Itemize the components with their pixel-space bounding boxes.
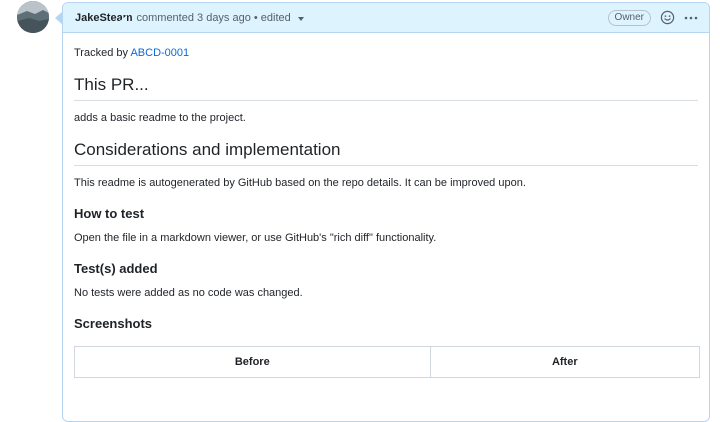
heading-tests-added: Test(s) added [74, 261, 158, 276]
paragraph-tests-added: No tests were added as no code was chang… [74, 287, 303, 299]
triangle-down-icon [297, 16, 304, 21]
table-header-row: Before After [74, 346, 701, 378]
kebab-horizontal-icon[interactable] [683, 10, 699, 26]
heading-considerations: Considerations and implementation [74, 140, 698, 166]
owner-badge: Owner [607, 9, 651, 26]
heading-this-pr: This PR... [74, 75, 698, 101]
comment-meta[interactable]: commented 3 days ago • edited [137, 12, 304, 24]
screenshots-table: Before After [74, 346, 701, 378]
avatar-image [17, 1, 49, 33]
heading-screenshots: Screenshots [74, 316, 153, 331]
comment-body: Tracked by ABCD-0001 This PR... adds a b… [63, 33, 709, 378]
comment-meta-text: commented 3 days ago • edited [136, 11, 291, 24]
heading-how-to-test: How to test [74, 206, 145, 221]
issue-link[interactable]: ABCD-0001 [130, 47, 189, 59]
tracked-by: Tracked by ABCD-0001 [74, 47, 698, 59]
table-header-before: Before [74, 346, 431, 378]
avatar[interactable] [17, 1, 49, 33]
paragraph-considerations: This readme is autogenerated by GitHub b… [74, 177, 526, 189]
table-header-after: After [429, 346, 701, 378]
paragraph-this-pr: adds a basic readme to the project. [74, 112, 246, 124]
smiley-icon[interactable] [659, 10, 675, 26]
comment-box: JakeSteam commented 3 days ago • edited … [62, 2, 710, 422]
comment-header: JakeSteam commented 3 days ago • edited … [63, 3, 709, 33]
paragraph-how-to-test: Open the file in a markdown viewer, or u… [74, 232, 437, 244]
tracked-by-label: Tracked by [74, 47, 131, 59]
